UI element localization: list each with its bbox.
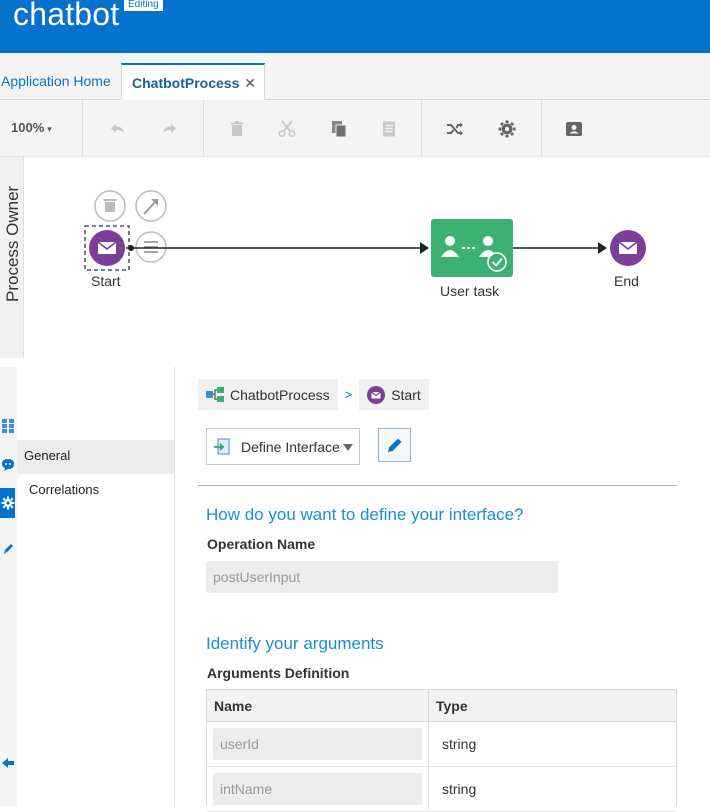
toolbar: 100% ▾ — [0, 100, 710, 157]
breadcrumb-separator: > — [344, 387, 353, 402]
arguments-definition-label: Arguments Definition — [207, 665, 350, 681]
name-cell: intName — [207, 767, 429, 812]
tab-chatbotprocess[interactable]: ChatbotProcess ✕ — [121, 63, 265, 100]
arguments-section-title: Identify your arguments — [206, 634, 384, 653]
edit-interface-button[interactable] — [378, 428, 411, 462]
arguments-table: Name Type userId string intName string — [206, 689, 677, 812]
chat-icon[interactable] — [0, 456, 15, 474]
interface-type-value: Define Interface — [241, 438, 340, 455]
grid-icon[interactable] — [0, 417, 15, 435]
user-task-label: User task — [440, 283, 500, 299]
start-label: Start — [91, 273, 121, 289]
pencil-edit-icon — [387, 438, 401, 452]
toolbar-divider — [421, 100, 422, 157]
operation-name-label: Operation Name — [207, 536, 316, 552]
redo-icon[interactable] — [157, 117, 181, 141]
copy-icon[interactable] — [327, 117, 351, 141]
pencil-icon[interactable] — [0, 540, 15, 558]
end-event[interactable] — [610, 230, 646, 266]
section-divider — [198, 485, 677, 486]
swimlane-header: Process Owner — [0, 157, 24, 358]
process-canvas[interactable]: Start User task End — [25, 157, 710, 367]
interface-type-select[interactable]: Define Interface — [206, 428, 360, 465]
property-side-nav: General Correlations — [17, 367, 175, 806]
breadcrumb-process[interactable]: ChatbotProcess — [198, 379, 338, 410]
toolbar-divider — [203, 100, 204, 157]
table-row: intName string — [207, 767, 676, 812]
delete-icon[interactable] — [225, 117, 249, 141]
nav-correlations[interactable]: Correlations — [17, 474, 174, 508]
paste-icon[interactable] — [377, 117, 401, 141]
zoom-select[interactable]: 100% ▾ — [11, 120, 52, 135]
gear-icon[interactable] — [495, 117, 519, 141]
operation-name-input[interactable]: postUserInput — [206, 561, 558, 593]
argument-name-input[interactable]: userId — [213, 728, 422, 760]
shuffle-icon[interactable] — [443, 117, 467, 141]
cut-icon[interactable] — [275, 117, 299, 141]
argument-name-input[interactable]: intName — [213, 773, 422, 805]
tab-label: ChatbotProcess — [132, 75, 240, 91]
panel-divider — [0, 358, 710, 367]
tab-application-home[interactable]: Application Home — [0, 63, 118, 100]
start-event-icon — [367, 385, 386, 404]
swimlane-label: Process Owner — [3, 185, 22, 302]
app-title: chatbot — [13, 0, 120, 32]
argument-type-cell[interactable]: string — [429, 722, 676, 767]
toolbar-divider — [541, 100, 542, 157]
tab-bar: Application Home ChatbotProcess ✕ — [0, 53, 710, 100]
properties-menu-icon[interactable] — [135, 231, 167, 263]
toolbar-divider — [82, 100, 83, 157]
interface-icon — [214, 438, 230, 454]
column-header-name: Name — [207, 690, 429, 722]
properties-panel: ChatbotProcess > Start Define Interface … — [176, 367, 710, 812]
connect-arrow-icon[interactable] — [135, 190, 167, 222]
process-icon — [206, 386, 224, 402]
table-row: userId string — [207, 722, 676, 767]
column-header-type: Type — [429, 690, 676, 722]
name-cell: userId — [207, 722, 429, 767]
property-icon-strip — [0, 367, 17, 806]
nav-general[interactable]: General — [17, 440, 174, 474]
argument-type-cell[interactable]: string — [429, 767, 676, 812]
start-event[interactable] — [89, 230, 125, 266]
app-header: chatbot Editing — [0, 0, 710, 53]
breadcrumb-start[interactable]: Start — [359, 379, 429, 410]
breadcrumb-process-label: ChatbotProcess — [230, 386, 330, 403]
user-task-node[interactable] — [431, 219, 513, 277]
collapse-arrow-icon[interactable] — [0, 754, 15, 772]
delete-node-icon[interactable] — [94, 190, 126, 222]
dropdown-caret-icon — [343, 444, 353, 451]
process-diagram — [84, 190, 646, 277]
editing-badge: Editing — [123, 0, 164, 12]
gear-settings-icon[interactable] — [0, 488, 15, 518]
end-label: End — [614, 273, 639, 289]
close-tab-icon[interactable]: ✕ — [244, 65, 256, 101]
breadcrumb-start-label: Start — [391, 386, 421, 403]
interface-section-title: How do you want to define your interface… — [206, 505, 524, 524]
zoom-value: 100% — [11, 120, 45, 135]
breadcrumb: ChatbotProcess > Start — [198, 379, 429, 410]
contact-card-icon[interactable] — [562, 117, 586, 141]
chevron-down-icon: ▾ — [47, 124, 52, 134]
undo-icon[interactable] — [106, 117, 130, 141]
